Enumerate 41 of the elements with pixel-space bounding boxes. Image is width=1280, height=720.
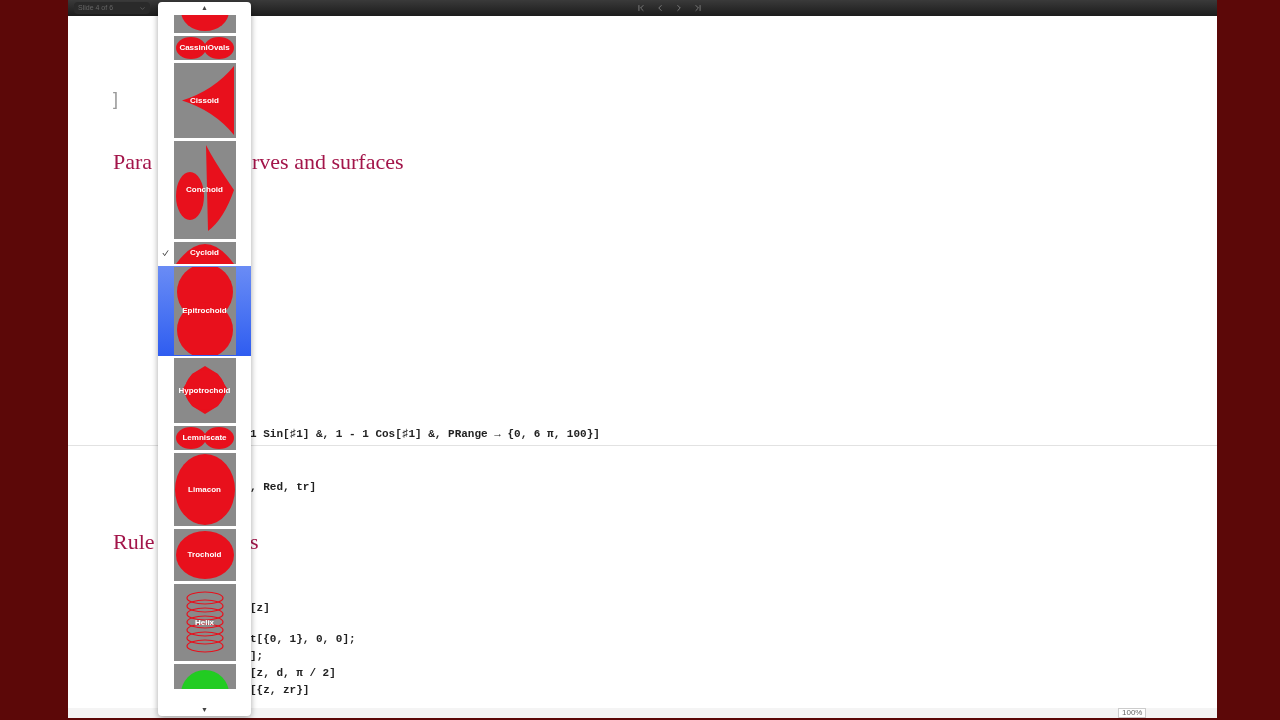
curve-plot-icon	[173, 242, 236, 264]
section-heading: Para	[113, 149, 153, 174]
menu-item[interactable]	[158, 14, 251, 34]
curve-plot-icon	[173, 141, 236, 239]
previous-slide-icon[interactable]	[655, 3, 665, 13]
curve-plot-icon	[173, 529, 236, 581]
section-heading: s	[250, 530, 259, 554]
menu-item[interactable]: Lemniscate	[158, 425, 251, 451]
last-slide-icon[interactable]	[693, 3, 703, 13]
cell-bracket: ]	[113, 89, 118, 109]
code-line: [z, d, π / 2]	[250, 667, 336, 679]
next-slide-icon[interactable]	[674, 3, 684, 13]
code-line: 1 Sin[♯1] &, 1 - 1 Cos[♯1] &, PRange → {0, 6 π, 100}]	[250, 428, 600, 440]
menu-item[interactable]: CassiniOvals	[158, 35, 251, 61]
code-line: [{z, zr}]	[250, 684, 310, 696]
menu-item[interactable]: Limacon	[158, 452, 251, 527]
curve-plot-icon	[173, 36, 236, 60]
section-heading: rves and surfaces	[252, 150, 404, 174]
code-line: , Red, tr]	[250, 481, 316, 493]
curve-plot-icon	[173, 664, 236, 689]
curve-plot-icon	[173, 267, 236, 355]
menu-item[interactable]: Conchoid	[158, 140, 251, 240]
menu-item[interactable]: Epitrochoid	[158, 266, 251, 356]
menu-item[interactable]: Cissoid	[158, 62, 251, 139]
code-line: [z]	[250, 602, 270, 614]
curve-plot-icon	[173, 15, 236, 33]
code-line: t[{0, 1}, 0, 0];	[250, 633, 356, 645]
menu-item[interactable]: Hypotrochoid	[158, 357, 251, 424]
menu-item[interactable]: Cycloid	[158, 241, 251, 265]
curve-plot-icon	[173, 584, 236, 661]
menu-item[interactable]	[158, 663, 251, 690]
caret-icon	[139, 4, 146, 12]
curve-plot-icon	[173, 453, 236, 526]
section-heading: Rule	[113, 529, 155, 554]
curve-plot-icon	[173, 358, 236, 423]
menu-item[interactable]: Trochoid	[158, 528, 251, 582]
code-line: ];	[250, 650, 264, 662]
zoom-selector[interactable]: 100%	[1118, 708, 1147, 718]
curve-plot-icon	[173, 63, 236, 138]
curve-plot-icon	[173, 426, 236, 450]
first-slide-icon[interactable]	[636, 3, 646, 13]
